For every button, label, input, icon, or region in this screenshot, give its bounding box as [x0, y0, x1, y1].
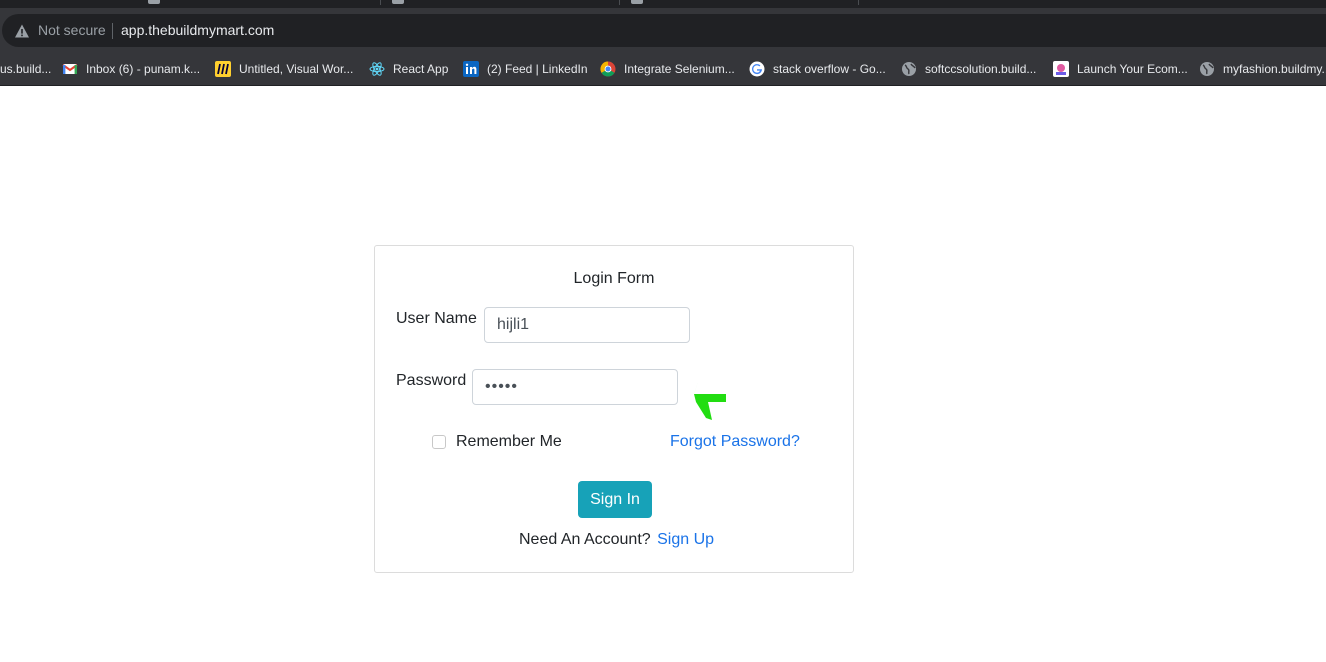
- react-icon: [369, 62, 385, 76]
- tab-favicon-icon: [148, 0, 160, 4]
- miro-icon: [215, 61, 231, 77]
- gmail-icon: [62, 64, 78, 74]
- bookmark-item[interactable]: myfashion.buildmy...: [1199, 59, 1326, 79]
- bookmarks-bar: us.build... Inbox (6) - punam.k... Untit…: [0, 52, 1326, 86]
- browser-toolbar: Not secure app.thebuildmymart.com: [0, 8, 1326, 52]
- remember-me-checkbox[interactable]: [432, 435, 446, 449]
- bookmark-item[interactable]: Untitled, Visual Wor...: [215, 59, 353, 79]
- bookmark-label: Integrate Selenium...: [624, 62, 735, 76]
- bookmark-label: myfashion.buildmy...: [1223, 62, 1326, 76]
- address-divider: [112, 23, 113, 39]
- linkedin-icon: [463, 61, 479, 77]
- bookmark-item[interactable]: softccsolution.build...: [901, 59, 1036, 79]
- tab-separator: [619, 0, 620, 5]
- shop-icon: [1053, 61, 1069, 77]
- bookmark-label: Untitled, Visual Wor...: [239, 62, 354, 76]
- bookmark-label: Inbox (6) - punam.k...: [86, 62, 201, 76]
- bookmark-label: softccsolution.build...: [925, 62, 1037, 76]
- bookmark-item[interactable]: React App: [369, 59, 448, 79]
- bookmark-label: us.build...: [0, 62, 52, 76]
- username-input[interactable]: [484, 307, 690, 343]
- tab-favicon-icon: [392, 0, 404, 4]
- sign-in-button[interactable]: Sign In: [578, 481, 652, 518]
- tab-separator: [380, 0, 381, 5]
- bookmark-item[interactable]: Integrate Selenium...: [600, 59, 735, 79]
- login-card: Login Form User Name Password Remember M…: [374, 245, 854, 573]
- bookmark-item[interactable]: (2) Feed | LinkedIn: [463, 59, 588, 79]
- tab-separator: [858, 0, 859, 5]
- username-label: User Name: [396, 310, 477, 327]
- warning-icon[interactable]: [14, 23, 30, 39]
- globe-icon: [902, 62, 916, 76]
- url-text[interactable]: app.thebuildmymart.com: [121, 22, 274, 39]
- bookmark-label: stack overflow - Go...: [773, 62, 886, 76]
- tab-favicon-icon: [631, 0, 643, 4]
- google-icon: [749, 61, 765, 77]
- bookmark-label: (2) Feed | LinkedIn: [487, 62, 588, 76]
- forgot-password-link[interactable]: Forgot Password?: [670, 433, 800, 451]
- address-bar[interactable]: Not secure app.thebuildmymart.com: [2, 14, 1326, 47]
- need-account-row: Need An Account? Sign Up: [519, 531, 714, 549]
- tab-strip: [0, 0, 1326, 8]
- bookmark-label: Launch Your Ecom...: [1077, 62, 1188, 76]
- form-title: Login Form: [573, 270, 655, 287]
- need-account-text: Need An Account?: [519, 531, 651, 548]
- password-input[interactable]: [472, 369, 678, 405]
- bookmark-item[interactable]: us.build...: [0, 59, 51, 79]
- remember-me-label[interactable]: Remember Me: [456, 433, 562, 451]
- bookmark-item[interactable]: Inbox (6) - punam.k...: [62, 59, 200, 79]
- chrome-icon: [600, 61, 616, 77]
- bookmark-label: React App: [393, 62, 449, 76]
- password-label: Password: [396, 372, 467, 389]
- security-status[interactable]: Not secure: [38, 22, 106, 39]
- globe-icon: [1200, 62, 1214, 76]
- bookmark-item[interactable]: Launch Your Ecom...: [1053, 59, 1188, 79]
- bookmark-item[interactable]: stack overflow - Go...: [749, 59, 886, 79]
- sign-up-link[interactable]: Sign Up: [657, 531, 714, 548]
- arrow-annotation-icon: [694, 370, 726, 420]
